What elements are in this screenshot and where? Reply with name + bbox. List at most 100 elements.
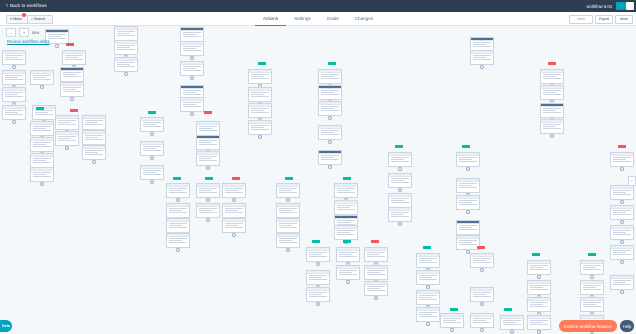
export-dropdown[interactable]: Export [595, 14, 613, 24]
zoom-in-button[interactable]: + [19, 28, 29, 37]
workflow-action-card[interactable] [180, 61, 204, 76]
workflow-action-card[interactable] [318, 101, 342, 116]
workflow-action-card[interactable] [540, 85, 564, 100]
workflow-action-card[interactable] [82, 130, 106, 145]
back-to-workflows-link[interactable]: ‹ Back to workflows [6, 3, 47, 9]
add-action-button[interactable] [536, 330, 542, 334]
workflow-action-card[interactable] [60, 82, 84, 97]
workflow-action-card[interactable] [580, 280, 604, 295]
workflow-action-card[interactable] [55, 115, 79, 130]
workflow-action-card[interactable] [180, 27, 204, 42]
workflow-action-card[interactable] [30, 70, 54, 85]
workflow-action-card[interactable] [456, 178, 480, 193]
workflow-action-card[interactable] [222, 218, 246, 233]
workflow-action-card[interactable] [276, 203, 300, 218]
workflow-action-card[interactable] [180, 41, 204, 56]
beta-button[interactable]: Beta [0, 320, 12, 332]
workflow-action-card[interactable] [318, 125, 342, 140]
workflow-action-card[interactable] [196, 183, 220, 198]
workflow-action-card[interactable] [30, 121, 54, 136]
workflow-action-card[interactable] [306, 247, 330, 262]
workflow-action-card[interactable] [30, 153, 54, 168]
workflow-action-card[interactable] [248, 87, 272, 102]
workflow-action-card[interactable] [470, 313, 494, 328]
workflow-action-card[interactable] [334, 200, 358, 215]
workflow-action-card[interactable] [114, 26, 138, 41]
workflow-action-card[interactable] [610, 245, 634, 260]
workflow-name[interactable]: workflow 5.04 [586, 4, 612, 9]
workflow-action-card[interactable] [166, 218, 190, 233]
workflow-action-card[interactable] [180, 97, 204, 112]
workflow-action-card[interactable] [388, 173, 412, 188]
workflow-action-card[interactable] [416, 253, 440, 268]
workflow-action-card[interactable] [318, 69, 342, 84]
workflow-action-card[interactable] [222, 183, 246, 198]
workflow-action-card[interactable] [610, 205, 634, 220]
workflow-action-card[interactable] [248, 69, 272, 84]
workflow-action-card[interactable] [276, 218, 300, 233]
add-action-button[interactable] [509, 330, 515, 334]
workflow-action-card[interactable] [580, 260, 604, 275]
workflow-action-card[interactable] [540, 103, 564, 118]
workflow-action-card[interactable] [30, 137, 54, 152]
workflow-action-card[interactable] [196, 135, 220, 150]
workflow-action-card[interactable] [248, 120, 272, 135]
workflow-action-card[interactable] [2, 87, 26, 102]
workflow-action-card[interactable] [388, 152, 412, 167]
workflow-action-card[interactable] [336, 247, 360, 262]
workflow-action-card[interactable] [60, 67, 84, 82]
workflow-action-card[interactable] [470, 50, 494, 65]
workflow-action-card[interactable] [166, 183, 190, 198]
more-dropdown[interactable]: More [615, 14, 633, 24]
workflow-action-card[interactable] [580, 297, 604, 312]
workflow-action-card[interactable] [196, 203, 220, 218]
review-and-publish-button[interactable] [616, 2, 626, 10]
workflow-action-card[interactable] [82, 115, 106, 130]
workflow-action-card[interactable] [540, 119, 564, 134]
workflow-action-card[interactable] [527, 280, 551, 295]
tab-goals[interactable]: Goals [319, 12, 347, 25]
workflow-action-card[interactable] [2, 70, 26, 85]
workflow-action-card[interactable] [388, 193, 412, 208]
workflow-action-card[interactable] [62, 50, 86, 65]
undo-button[interactable]: Undo [569, 14, 593, 24]
workflow-action-card[interactable] [336, 265, 360, 280]
workflow-action-card[interactable] [276, 233, 300, 248]
workflow-action-card[interactable] [416, 307, 440, 322]
workflow-action-card[interactable] [55, 131, 79, 146]
workflow-action-card[interactable] [364, 265, 388, 280]
tab-settings[interactable]: Settings [286, 12, 319, 25]
help-button[interactable]: Help [620, 320, 634, 332]
workflow-action-card[interactable] [140, 165, 164, 180]
workflow-action-card[interactable] [440, 313, 464, 328]
workflow-action-card[interactable] [610, 152, 634, 167]
side-panel-toggle[interactable]: ‹ [628, 176, 636, 186]
workflow-action-card[interactable] [30, 167, 54, 182]
workflow-action-card[interactable] [416, 290, 440, 305]
workflow-action-card[interactable] [527, 297, 551, 312]
workflow-action-card[interactable] [470, 287, 494, 302]
workflow-action-card[interactable] [140, 141, 164, 156]
workflow-action-card[interactable] [527, 260, 551, 275]
close-button[interactable] [626, 2, 634, 10]
zoom-out-button[interactable]: – [6, 28, 16, 37]
workflow-action-card[interactable] [318, 150, 342, 165]
workflow-action-card[interactable] [166, 233, 190, 248]
workflow-action-card[interactable] [610, 275, 634, 290]
workflow-action-card[interactable] [416, 270, 440, 285]
workflow-action-card[interactable] [222, 203, 246, 218]
workflow-action-card[interactable] [114, 40, 138, 55]
workflow-action-card[interactable] [248, 103, 272, 118]
search-button[interactable]: ⌕ Search [27, 14, 53, 24]
workflow-action-card[interactable] [166, 203, 190, 218]
workflow-action-card[interactable] [196, 151, 220, 166]
workflow-action-card[interactable] [456, 152, 480, 167]
workflow-action-card[interactable] [364, 247, 388, 262]
explore-features-button[interactable]: Explore workflow features [559, 320, 617, 332]
workflow-action-card[interactable] [196, 121, 220, 136]
workflow-action-card[interactable] [500, 315, 524, 330]
workflow-action-card[interactable] [276, 183, 300, 198]
workflow-action-card[interactable] [306, 270, 330, 285]
workflow-action-card[interactable] [364, 281, 388, 296]
workflow-action-card[interactable] [306, 287, 330, 302]
